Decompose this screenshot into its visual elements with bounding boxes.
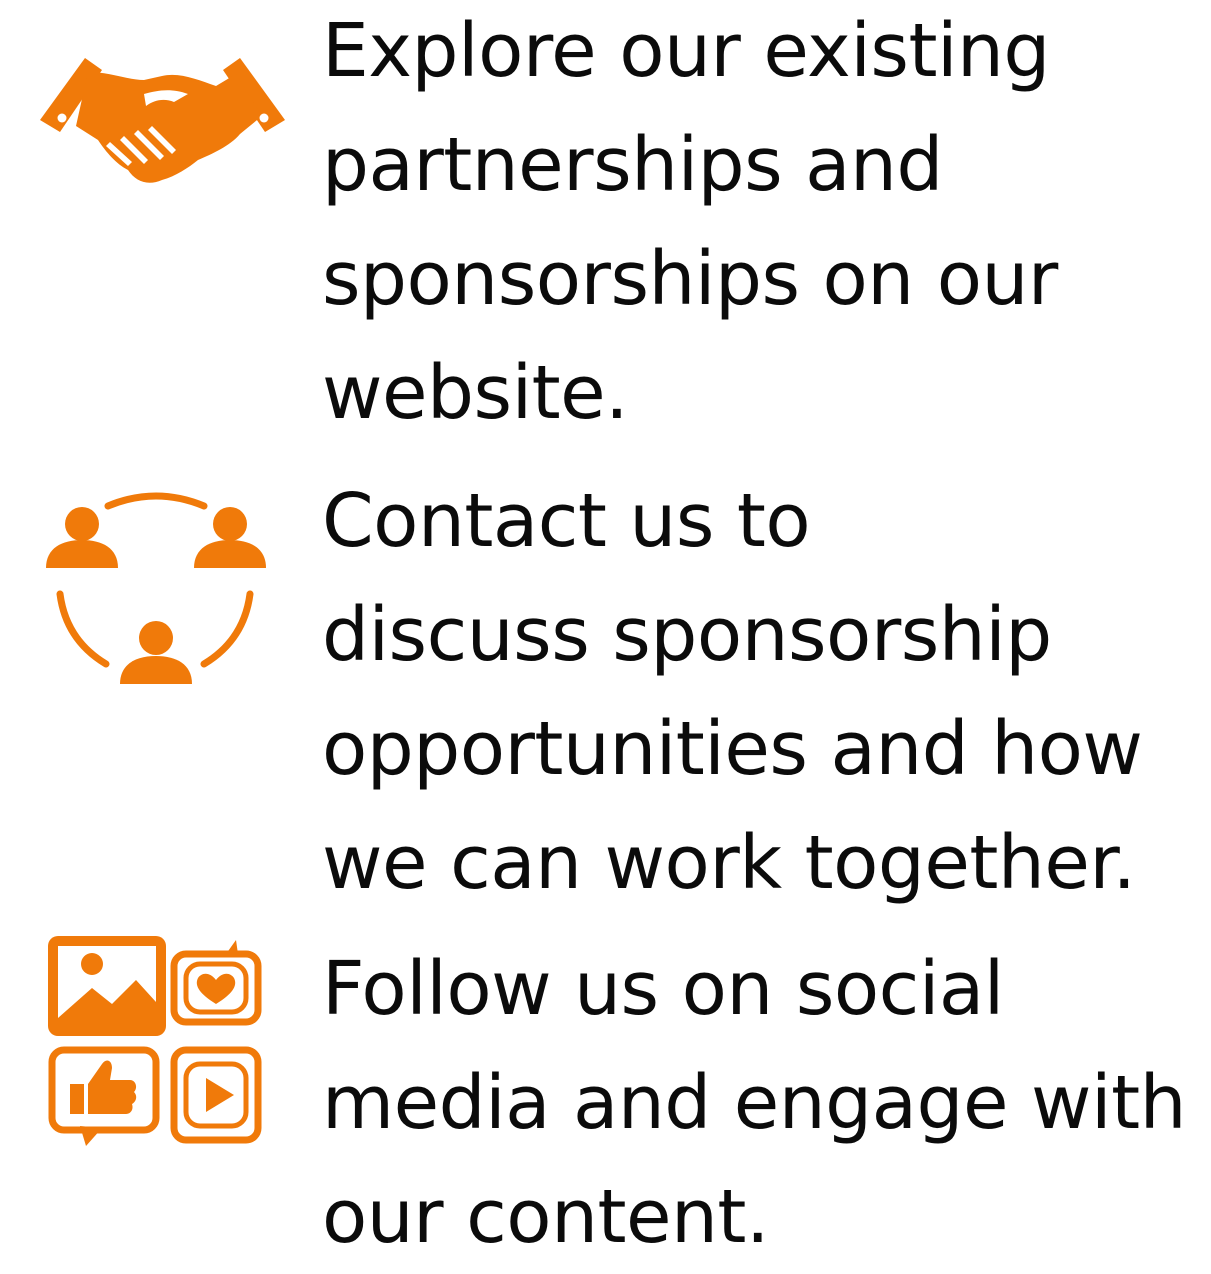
item-explore-partnerships: Explore our existing partnerships and sp…	[0, 0, 1211, 440]
text-line: Follow us on social	[322, 946, 1004, 1032]
people-network-icon	[46, 492, 266, 684]
social-media-icon	[48, 936, 262, 1146]
text-line: opportunities and how	[322, 706, 1143, 792]
handshake-icon	[40, 58, 285, 183]
item-text: Contact us to discuss sponsorship opport…	[322, 464, 1202, 920]
text-line: website.	[322, 350, 629, 436]
text-line: our content.	[322, 1174, 769, 1260]
text-line: we can work together.	[322, 820, 1136, 906]
text-line: Explore our existing	[322, 8, 1050, 94]
text-line: media and engage with	[322, 1060, 1187, 1146]
item-contact-us: Contact us to discuss sponsorship opport…	[0, 470, 1211, 910]
text-line: Contact us to	[322, 478, 811, 564]
text-line: partnerships and	[322, 122, 943, 208]
item-text: Follow us on social media and engage wit…	[322, 932, 1202, 1274]
text-line: discuss sponsorship	[322, 592, 1052, 678]
item-text: Explore our existing partnerships and sp…	[322, 0, 1202, 450]
text-line: sponsorships on our	[322, 236, 1058, 322]
item-follow-social: Follow us on social media and engage wit…	[0, 930, 1211, 1260]
